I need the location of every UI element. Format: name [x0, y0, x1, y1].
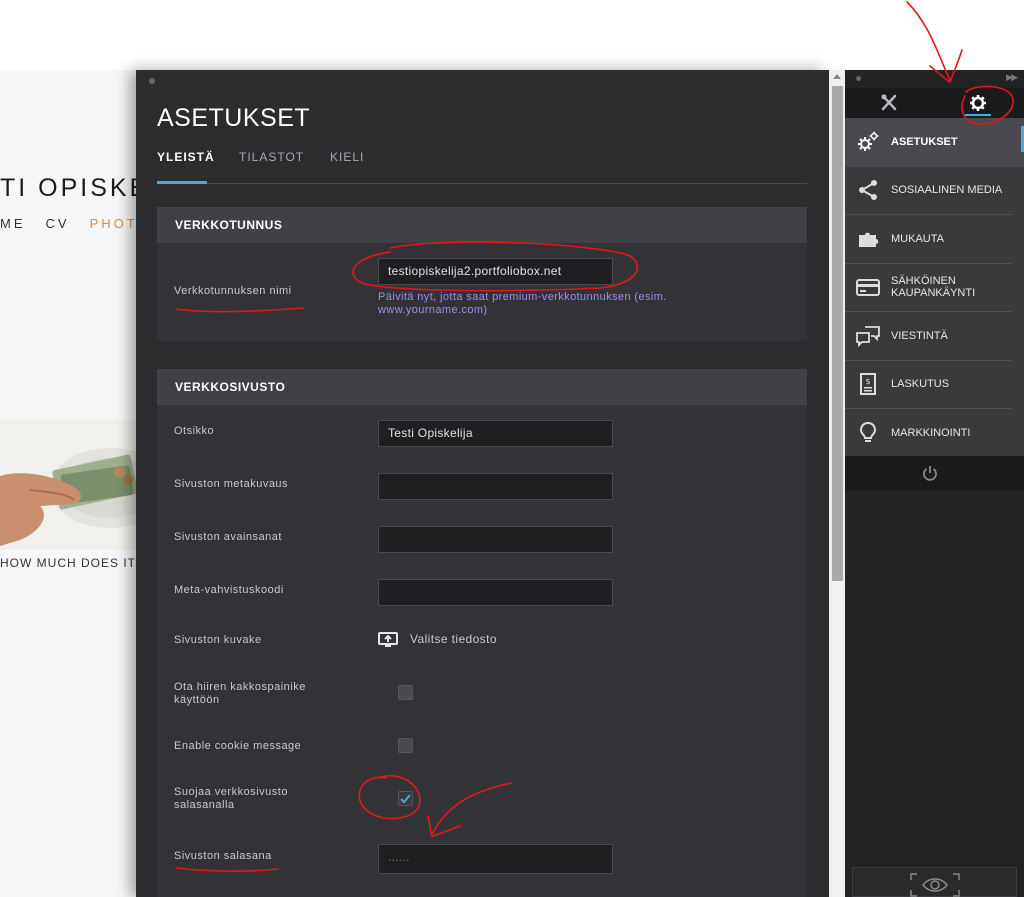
modal-title: ASETUKSET	[157, 104, 311, 132]
money-hand-photo	[0, 420, 140, 550]
menu-item-viestinta[interactable]: VIESTINTÄ	[845, 312, 1012, 361]
menu-label: ASETUKSET	[891, 136, 958, 149]
password-protect-checkbox[interactable]	[398, 791, 413, 806]
site-title-label: Otsikko	[174, 425, 215, 437]
puzzle-icon	[859, 232, 879, 247]
menu-label: SOSIAALINEN MEDIA	[891, 184, 1003, 197]
tab-kieli[interactable]: KIELI	[330, 150, 364, 164]
svg-text:$: $	[865, 377, 870, 386]
tab-yleista[interactable]: YLEISTÄ	[157, 150, 215, 164]
tab-tilastot[interactable]: TILASTOT	[239, 150, 304, 164]
scrollbar[interactable]	[829, 70, 845, 897]
upgrade-domain-link[interactable]: Päivitä nyt, jotta saat premium-verkkotu…	[378, 291, 778, 317]
menu-label: MUKAUTA	[891, 232, 944, 245]
invoice-icon: $	[860, 373, 876, 396]
site-navigation: ME CV PHOTO	[0, 216, 140, 231]
lightbulb-icon	[859, 422, 877, 443]
menu-item-mukauta[interactable]: MUKAUTA	[845, 215, 1012, 264]
preview-button[interactable]	[852, 867, 1017, 897]
power-bar	[845, 456, 1024, 490]
active-panel-tab-indicator	[965, 114, 991, 116]
site-title-field[interactable]: Testi Opiskelija	[378, 420, 613, 447]
gears-icon	[858, 131, 879, 152]
checkmark-icon	[400, 794, 411, 804]
menu-label: MARKKINOINTI	[891, 427, 971, 440]
site-nav-item-home[interactable]: ME	[0, 216, 26, 231]
right-click-label: Ota hiiren kakkospainike käyttöön	[174, 681, 306, 706]
keywords-label: Sivuston avainsanat	[174, 531, 282, 543]
favicon-upload-label: Valitse tiedosto	[410, 632, 497, 646]
gear-icon[interactable]	[966, 92, 990, 114]
website-preview: TI OPISKE ME CV PHOTO HOW MUCH DOES IT	[0, 70, 140, 897]
scroll-thumb[interactable]	[832, 86, 843, 581]
domain-section: VERKKOTUNNUS Verkkotunnuksen nimi testio…	[157, 207, 807, 341]
menu-item-laskutus[interactable]: $ LASKUTUS	[845, 361, 1012, 409]
domain-name-label: Verkkotunnuksen nimi	[174, 285, 292, 297]
collapse-panel-icon[interactable]: ▶▶	[1006, 72, 1018, 83]
menu-label: VIESTINTÄ	[891, 329, 948, 342]
credit-card-icon	[856, 279, 880, 297]
menu-item-sahkoinen-kaupankaynti[interactable]: SÄHKÖINEN KAUPANKÄYNTI	[845, 264, 1012, 312]
panel-tabs	[845, 88, 1024, 118]
meta-description-label: Sivuston metakuvaus	[174, 478, 289, 490]
keywords-field[interactable]	[378, 526, 613, 553]
screen: TI OPISKE ME CV PHOTO HOW MUCH DOES IT	[0, 0, 1024, 897]
scroll-up-arrow[interactable]	[833, 74, 841, 79]
drag-handle[interactable]	[149, 78, 155, 84]
cookie-message-label: Enable cookie message	[174, 740, 302, 752]
website-section: VERKKOSIVUSTO Otsikko Testi Opiskelija S…	[157, 369, 807, 897]
power-icon[interactable]	[922, 465, 938, 481]
menu-label: LASKUTUS	[891, 378, 950, 391]
settings-modal: ASETUKSET YLEISTÄ TILASTOT KIELI VERKKOT…	[136, 70, 829, 897]
upload-monitor-icon	[378, 631, 398, 647]
favicon-upload-button[interactable]: Valitse tiedosto	[378, 631, 497, 648]
tools-icon[interactable]	[877, 92, 901, 114]
verification-code-label: Meta-vahvistuskoodi	[174, 584, 284, 596]
settings-menu: ASETUKSET SOSIAALINEN MEDIA MUKAUTA SÄHK…	[845, 118, 1024, 456]
site-photo	[0, 420, 140, 550]
right-click-checkbox[interactable]	[398, 685, 413, 700]
panel-top-bar: ▶▶	[845, 70, 1024, 88]
share-icon	[859, 180, 877, 201]
site-caption: HOW MUCH DOES IT	[0, 556, 136, 570]
menu-item-sosiaalinen-media[interactable]: SOSIAALINEN MEDIA	[845, 167, 1012, 215]
site-password-label: Sivuston salasana	[174, 850, 272, 862]
menu-item-markkinointi[interactable]: MARKKINOINTI	[845, 409, 1012, 458]
site-nav-item-cv[interactable]: CV	[46, 216, 70, 231]
favicon-label: Sivuston kuvake	[174, 634, 262, 646]
site-password-field[interactable]: ......	[378, 844, 613, 874]
panel-drag-handle[interactable]	[856, 76, 861, 81]
active-tab-indicator	[157, 181, 207, 184]
settings-tabs: YLEISTÄ TILASTOT KIELI	[157, 150, 807, 184]
verification-code-field[interactable]	[378, 579, 613, 606]
cookie-message-checkbox[interactable]	[398, 738, 413, 753]
chat-icon	[856, 325, 880, 347]
site-nav-item-photo[interactable]: PHOTO	[90, 216, 140, 231]
editor-panel: ▶▶ ASETUKSET SOSIAALINEN MEDIA MUKAUTA S…	[845, 70, 1024, 897]
website-section-heading: VERKKOSIVUSTO	[157, 369, 807, 405]
menu-label: SÄHKÖINEN KAUPANKÄYNTI	[891, 275, 976, 300]
domain-name-field[interactable]: testiopiskelija2.portfoliobox.net	[378, 258, 613, 285]
password-protect-label: Suojaa verkkosivusto salasanalla	[174, 786, 288, 811]
site-title: TI OPISKE	[0, 174, 140, 202]
eye-icon	[910, 873, 960, 897]
menu-item-asetukset[interactable]: ASETUKSET	[845, 118, 1024, 167]
domain-section-heading: VERKKOTUNNUS	[157, 207, 807, 243]
meta-description-field[interactable]	[378, 473, 613, 500]
